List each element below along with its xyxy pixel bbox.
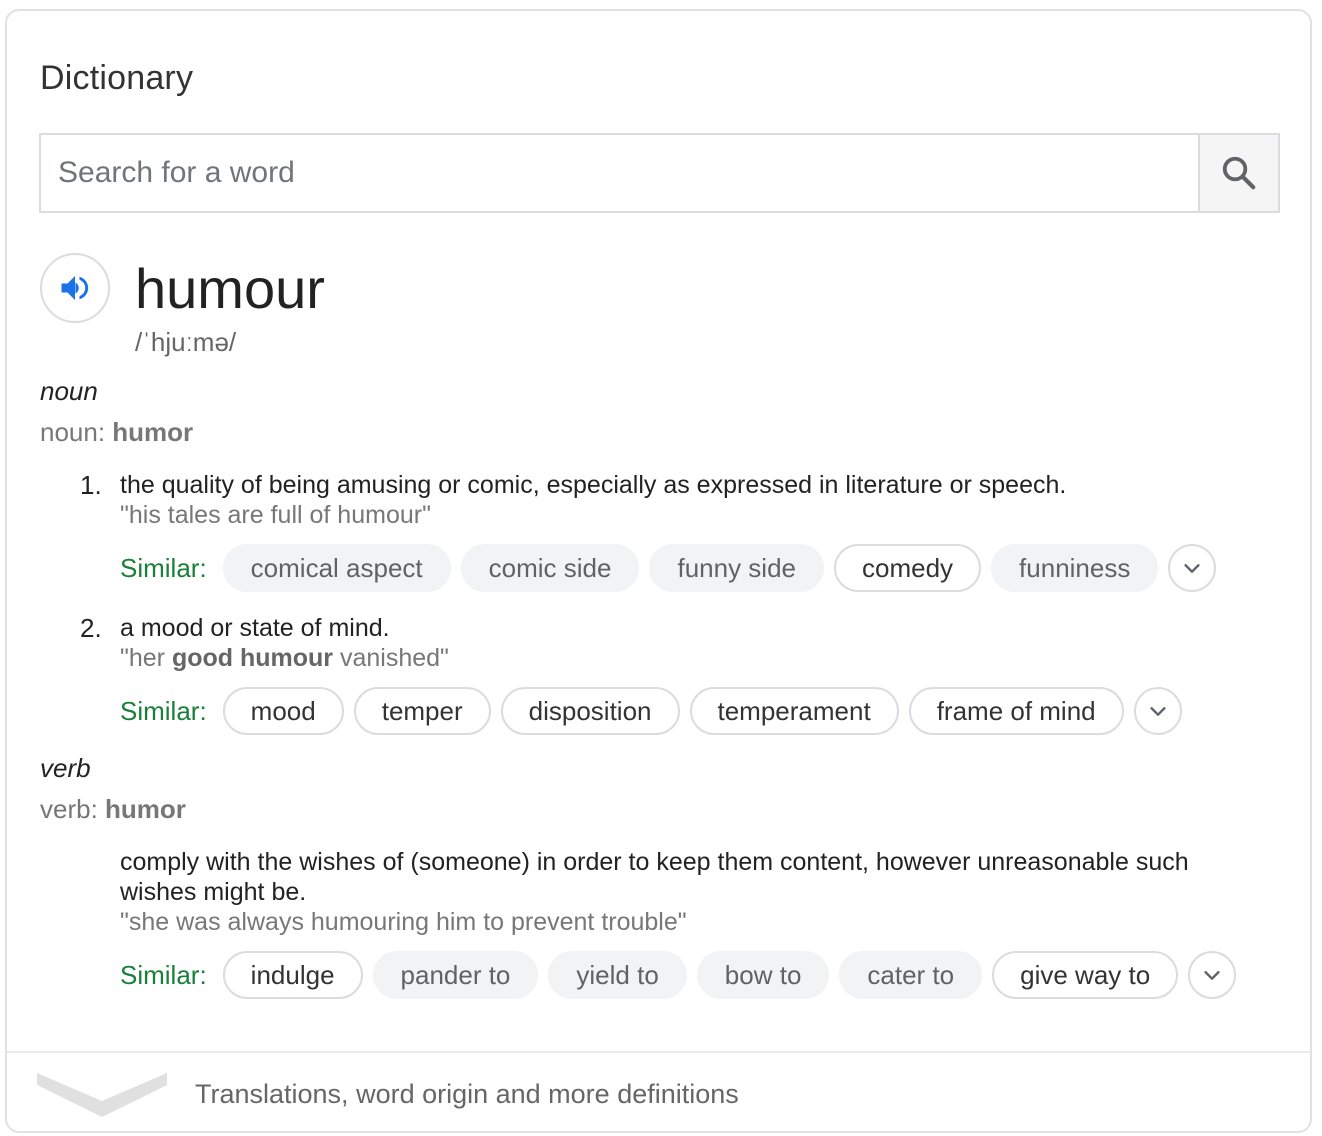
search-icon: [1222, 156, 1256, 190]
footer-label: Translations, word origin and more defin…: [195, 1079, 739, 1109]
similar-chip[interactable]: temperament: [689, 687, 899, 735]
similar-chip[interactable]: yield to: [548, 951, 687, 999]
verb-variant-line: verb: humor: [40, 794, 186, 825]
chevron-down-icon: [37, 1073, 167, 1117]
similar-label: Similar:: [120, 552, 207, 583]
expand-similar-button[interactable]: [1188, 951, 1237, 999]
sense-example: "she was always humouring him to prevent…: [120, 908, 687, 936]
similar-chip[interactable]: temper: [353, 687, 491, 735]
part-of-speech-verb: verb: [40, 753, 91, 783]
similar-chip[interactable]: indulge: [222, 951, 363, 999]
similar-chip[interactable]: comic side: [460, 544, 640, 592]
similar-label: Similar:: [120, 695, 207, 726]
similar-chip[interactable]: bow to: [696, 951, 830, 999]
noun-sense-2: 2. a mood or state of mind. "her good hu…: [80, 613, 1280, 673]
similar-label: Similar:: [120, 959, 207, 990]
similar-chip[interactable]: frame of mind: [908, 687, 1124, 735]
noun-sense-1: 1. the quality of being amusing or comic…: [80, 470, 1280, 530]
chevron-down-icon: [1184, 564, 1200, 573]
chevron-down-icon: [1204, 971, 1220, 980]
noun-variant: humor: [112, 417, 194, 447]
example-highlight: good humour: [171, 644, 334, 672]
similar-chip[interactable]: cater to: [839, 951, 983, 999]
noun-variant-line: noun: humor: [40, 417, 193, 448]
sense-number: 1.: [80, 470, 102, 500]
headword: humour: [135, 257, 325, 320]
noun-sense-1-similar: Similar: comical aspect comic side funny…: [120, 544, 1217, 592]
sense-example: "her good humour vanished": [120, 643, 1280, 673]
more-definitions-footer[interactable]: Translations, word origin and more defin…: [7, 1051, 1310, 1131]
phonetic: /ˈhjuːmə/: [135, 327, 237, 357]
similar-chip[interactable]: mood: [222, 687, 344, 735]
example-text: "her: [120, 644, 172, 672]
sense-number: 2.: [80, 613, 102, 643]
verb-sense-1: comply with the wishes of (someone) in o…: [80, 847, 1230, 937]
part-of-speech-noun: noun: [40, 376, 98, 406]
sense-definition: a mood or state of mind.: [120, 614, 390, 642]
similar-chip[interactable]: funniness: [991, 544, 1159, 592]
sense-definition: comply with the wishes of (someone) in o…: [120, 848, 1189, 906]
noun-sense-2-similar: Similar: mood temper disposition tempera…: [120, 687, 1182, 735]
search-button[interactable]: [1198, 135, 1278, 211]
similar-chip[interactable]: pander to: [372, 951, 539, 999]
search-input[interactable]: [41, 135, 1198, 211]
noun-variant-prefix: noun:: [40, 417, 113, 447]
similar-chip[interactable]: comical aspect: [222, 544, 451, 592]
verb-variant: humor: [105, 794, 186, 824]
similar-chip[interactable]: give way to: [992, 951, 1179, 999]
similar-chip[interactable]: disposition: [500, 687, 680, 735]
expand-similar-button[interactable]: [1133, 687, 1182, 735]
verb-variant-prefix: verb:: [40, 794, 106, 824]
similar-chip[interactable]: funny side: [649, 544, 824, 592]
sense-definition: the quality of being amusing or comic, e…: [120, 471, 1067, 499]
pronunciation-button[interactable]: [40, 253, 110, 323]
expand-similar-button[interactable]: [1168, 544, 1217, 592]
verb-sense-1-similar: Similar: indulge pander to yield to bow …: [120, 951, 1237, 999]
speaker-icon: [61, 276, 89, 300]
card-title: Dictionary: [40, 59, 194, 97]
dictionary-card: Dictionary humour /ˈhjuːmə/ noun noun: h…: [5, 9, 1312, 1133]
sense-example: "his tales are full of humour": [120, 501, 431, 529]
example-text: vanished": [333, 644, 449, 672]
search-box: [39, 133, 1280, 213]
similar-chip[interactable]: comedy: [834, 544, 982, 592]
chevron-down-icon: [1150, 707, 1166, 716]
